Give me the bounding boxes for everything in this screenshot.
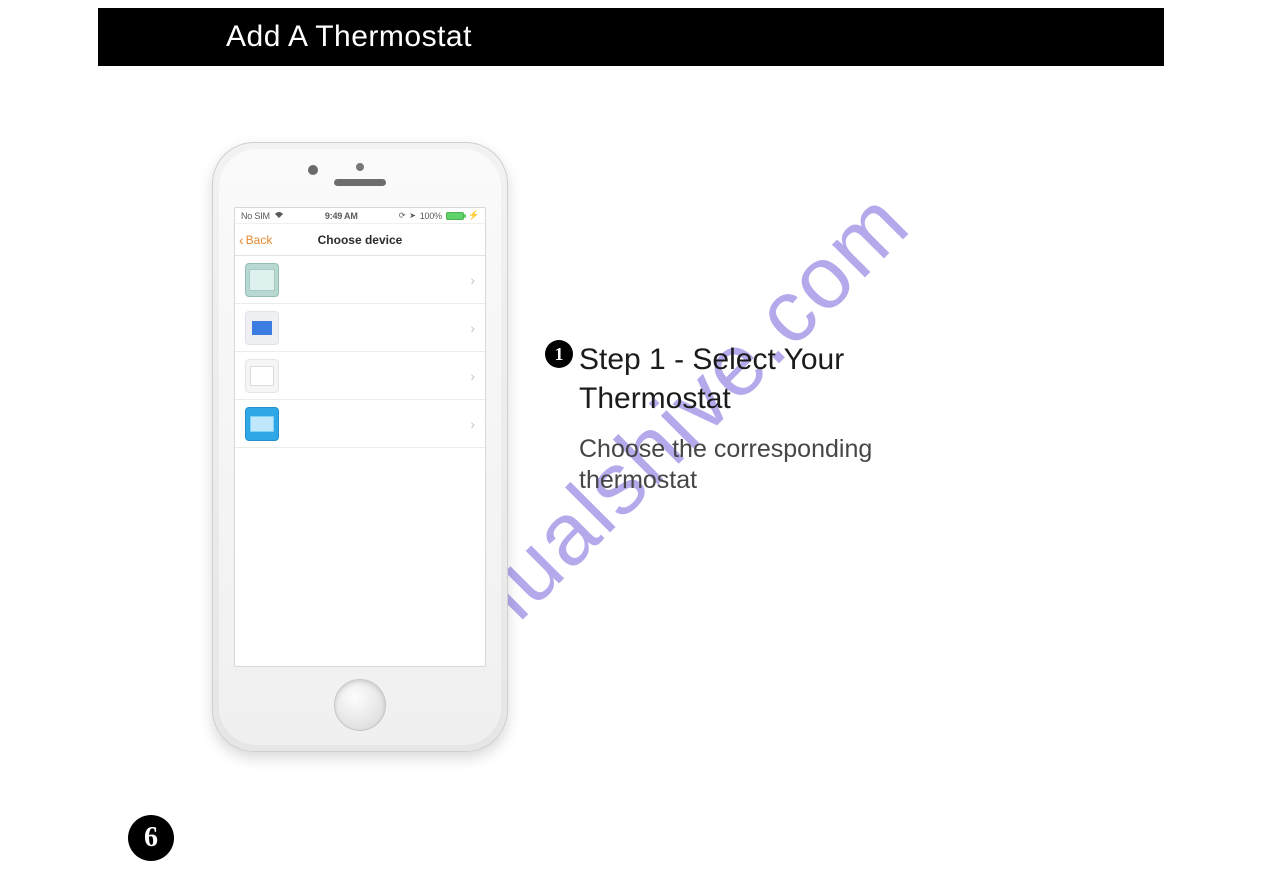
device-row[interactable]: › [235, 304, 485, 352]
wifi-icon [274, 211, 284, 221]
page-number-badge: 6 [128, 815, 174, 861]
carrier-label: No SIM [241, 211, 270, 221]
phone-mockup: No SIM 9:49 AM ⟳ ➤ 100% ⚡ ‹ [212, 142, 508, 752]
step-title-line1: Step 1 - Select Your [579, 343, 844, 376]
home-button[interactable] [334, 679, 386, 731]
thermostat-thumbnail-icon [245, 263, 279, 297]
status-right: ⟳ ➤ 100% ⚡ [399, 210, 479, 221]
phone-screen: No SIM 9:49 AM ⟳ ➤ 100% ⚡ ‹ [234, 207, 486, 667]
step-title: Step 1 - Select Your Thermostat [579, 340, 844, 418]
battery-percent: 100% [420, 211, 442, 221]
step-description: Choose the corresponding thermostat [579, 434, 959, 497]
charging-icon: ⚡ [468, 210, 479, 221]
status-left: No SIM [241, 211, 284, 221]
screen-title: Choose device [235, 233, 485, 247]
device-row[interactable]: › [235, 352, 485, 400]
section-title: Add A Thermostat [226, 20, 472, 54]
phone-speaker-slot [334, 179, 386, 186]
instruction-block: 1 Step 1 - Select Your Thermostat Choose… [545, 340, 1065, 497]
thermostat-thumbnail-icon [245, 407, 279, 441]
thermostat-thumbnail-icon [245, 311, 279, 345]
device-list: › › › › [235, 256, 485, 448]
battery-icon [446, 212, 464, 220]
rotation-lock-icon: ⟳ [399, 211, 406, 220]
phone-sensor-dot [356, 163, 364, 171]
status-time: 9:49 AM [325, 211, 358, 221]
device-row[interactable]: › [235, 256, 485, 304]
chevron-right-icon: › [470, 320, 475, 336]
step-heading: 1 Step 1 - Select Your Thermostat [545, 340, 1065, 418]
chevron-right-icon: › [470, 368, 475, 384]
location-icon: ➤ [409, 211, 416, 220]
front-camera-icon [308, 165, 318, 175]
step-title-line2: Thermostat [579, 382, 731, 415]
device-row[interactable]: › [235, 400, 485, 448]
phone-body: No SIM 9:49 AM ⟳ ➤ 100% ⚡ ‹ [219, 149, 501, 745]
chevron-right-icon: › [470, 416, 475, 432]
screen-nav-header: ‹ Back Choose device [235, 224, 485, 256]
section-title-bar: Add A Thermostat [98, 8, 1164, 66]
status-bar: No SIM 9:49 AM ⟳ ➤ 100% ⚡ [235, 208, 485, 224]
thermostat-thumbnail-icon [245, 359, 279, 393]
chevron-right-icon: › [470, 272, 475, 288]
step-number-badge: 1 [545, 340, 573, 368]
